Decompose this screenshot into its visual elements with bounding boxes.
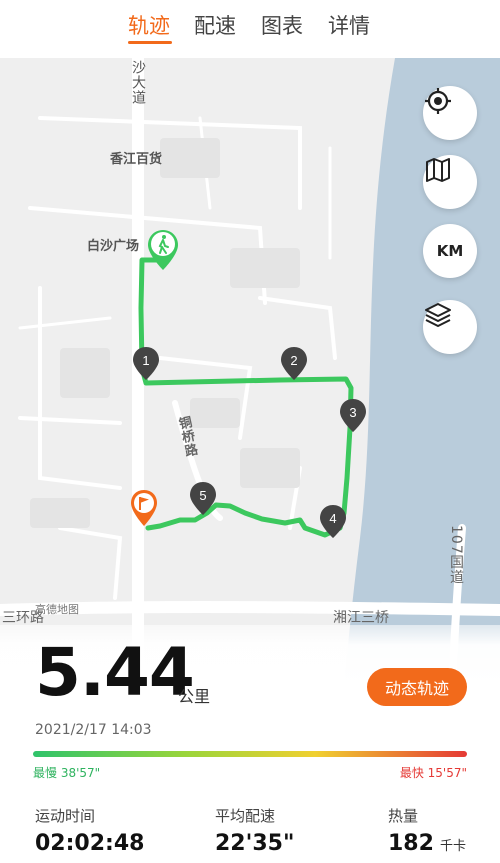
layers-icon [425,303,451,327]
tab-details[interactable]: 详情 [328,10,370,40]
active-tab-indicator [128,41,172,44]
stat-value-avg-pace: 22'35" [215,831,295,856]
map-icon [426,158,450,182]
tab-track[interactable]: 轨迹 [128,10,170,40]
workout-datetime: 2021/2/17 14:03 [35,722,152,738]
locate-button[interactable] [423,86,477,140]
tab-bar: 轨迹 配速 图表 详情 [0,0,500,58]
svg-text:4: 4 [329,511,336,526]
tab-chart[interactable]: 图表 [261,10,303,40]
road-label-xiangjiang-bridge: 湘江三桥 [333,610,389,626]
pace-gradient-bar [33,751,467,757]
km-label: KM [436,242,464,260]
stat-unit-calories: 千卡 [439,839,466,854]
tab-pace[interactable]: 配速 [194,10,236,40]
slowest-pace-label: 最慢 38'57" [33,766,101,780]
km-marker-2: 2 [281,347,307,380]
svg-text:2: 2 [290,353,297,368]
start-walk-icon [148,230,178,270]
km-marker-1: 1 [133,347,159,380]
poi-label-baisha: 白沙广场 [87,239,140,254]
layers-button[interactable] [423,300,477,354]
km-toggle-button[interactable]: KM [423,224,477,278]
km-marker-5: 5 [190,482,216,515]
km-marker-3: 3 [340,399,366,432]
stat-value-duration: 02:02:48 [35,831,145,856]
stat-label-duration: 运动时间 [35,807,96,825]
map-attribution: 高德地图 [35,603,79,616]
distance-unit: 公里 [178,687,211,706]
svg-text:5: 5 [199,488,206,503]
replay-track-button[interactable]: 动态轨迹 [367,668,467,706]
stat-label-calories: 热量 [388,807,419,825]
stat-label-avg-pace: 平均配速 [215,807,276,825]
finish-flag-icon [131,490,157,526]
locate-icon [425,88,451,114]
poi-label-xiangjiang: 香江百货 [110,152,163,167]
road-label-shadadao: 沙大道 [130,60,146,105]
stat-value-calories: 182 [388,831,434,856]
stat-calories: 182 千卡 [388,831,466,856]
svg-text:1: 1 [142,353,149,368]
distance-value: 5.44 [35,634,195,711]
map-type-button[interactable] [423,155,477,209]
blocks [30,138,300,528]
km-marker-4: 4 [320,505,346,538]
fastest-pace-label: 最快 15'57" [399,766,467,780]
svg-text:3: 3 [349,405,356,420]
road-label-107: 107国道 [448,525,464,585]
